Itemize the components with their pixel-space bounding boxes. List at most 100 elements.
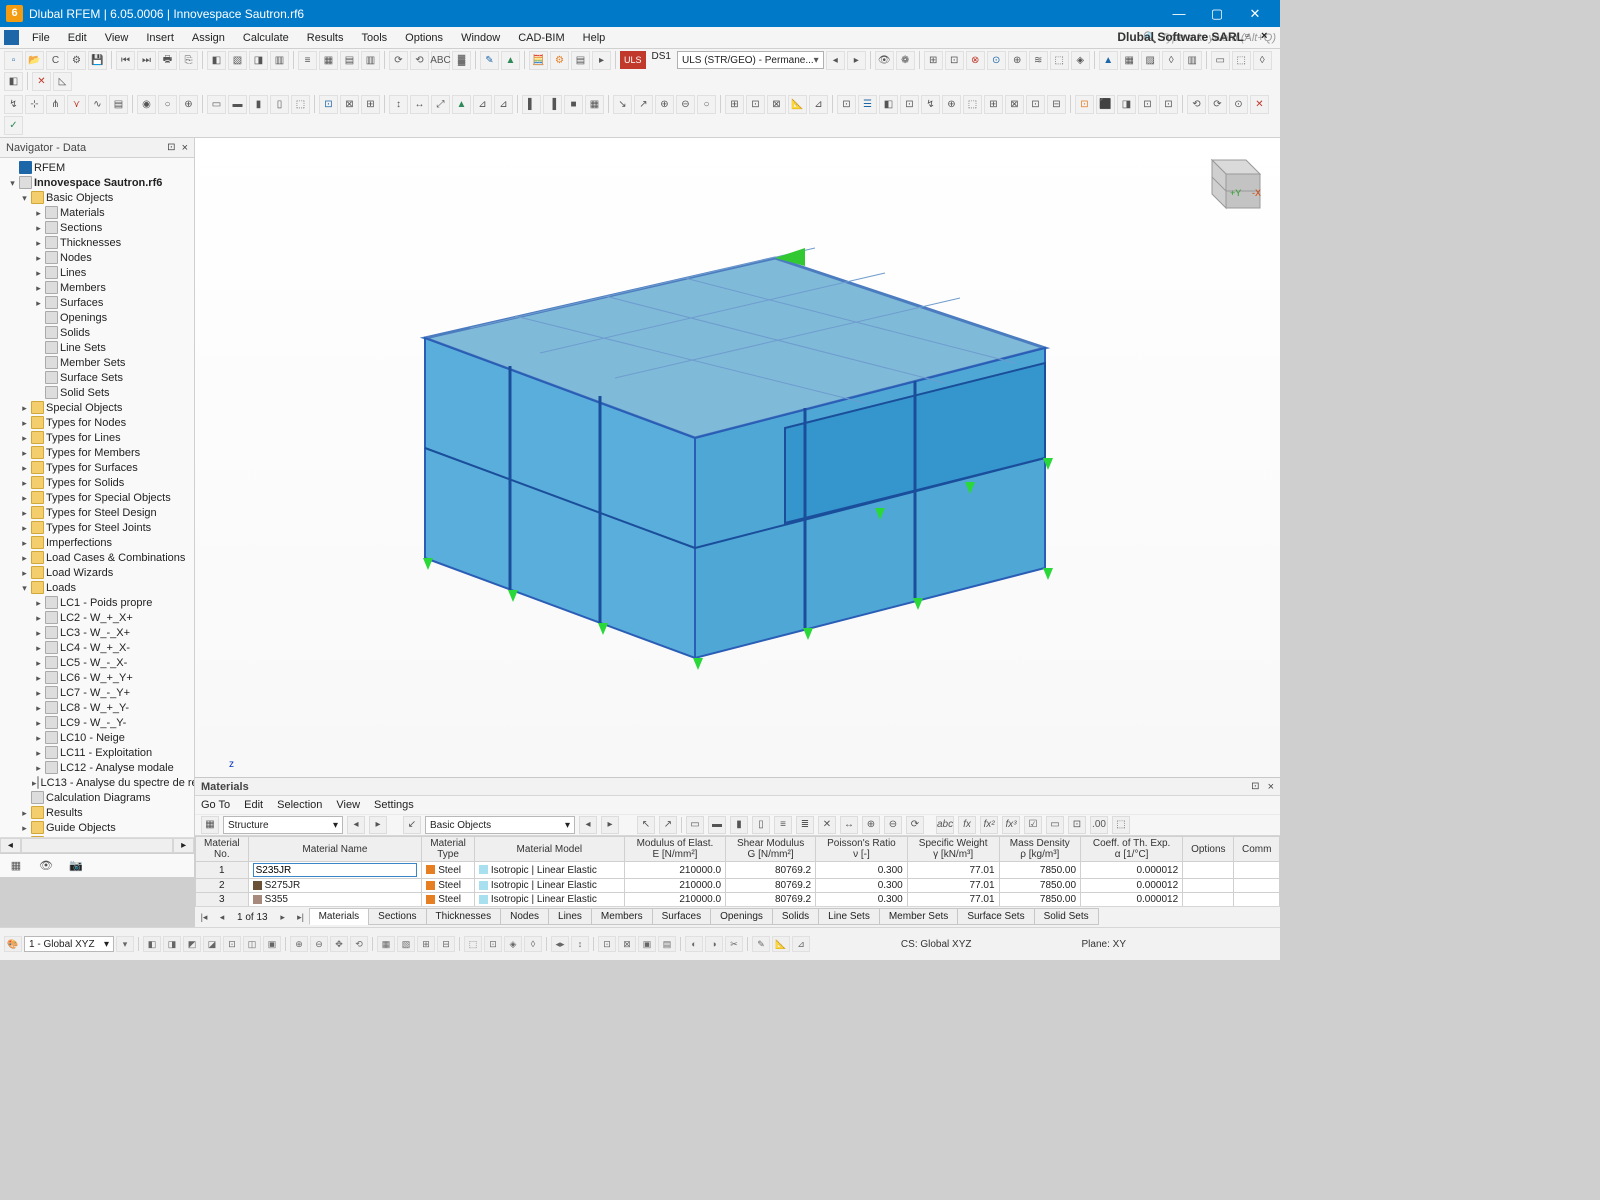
tree-node[interactable]: ▸LC6 - W_+_Y+ — [0, 670, 194, 685]
tree-node[interactable]: ▸LC2 - W_+_X+ — [0, 610, 194, 625]
first-page-button[interactable]: |◂ — [195, 912, 213, 923]
tree-node[interactable]: ▾Innovespace Sautron.rf6 — [0, 175, 194, 190]
tree-node[interactable]: Surface Sets — [0, 370, 194, 385]
tree-node[interactable]: ▸LC9 - W_-_Y- — [0, 715, 194, 730]
menu-assign[interactable]: Assign — [183, 28, 234, 48]
tree-node[interactable]: ▸LC1 - Poids propre — [0, 595, 194, 610]
tree-node[interactable]: ▸LC5 - W_-_X- — [0, 655, 194, 670]
tree-node[interactable]: Solids — [0, 325, 194, 340]
menu-help[interactable]: Help — [574, 28, 615, 48]
tree-node[interactable]: ▸Types for Nodes — [0, 415, 194, 430]
tree-node[interactable]: ▸Load Wizards — [0, 565, 194, 580]
table-pin-icon[interactable]: ⊡ — [1251, 781, 1259, 792]
structure-combo[interactable]: Structure — [223, 816, 343, 834]
tree-node[interactable]: Line Sets — [0, 340, 194, 355]
materials-grid[interactable]: MaterialNo.Material NameMaterialTypeMate… — [195, 836, 1280, 906]
pin-icon[interactable]: ⊡ — [167, 138, 175, 158]
navigator-tree[interactable]: RFEM▾Innovespace Sautron.rf6▾Basic Objec… — [0, 158, 194, 837]
uls-badge[interactable]: ULS — [620, 51, 646, 69]
scroll-right-button[interactable]: ▸ — [173, 838, 194, 853]
table-menu-view[interactable]: View — [336, 799, 360, 811]
tree-node[interactable]: ▸Types for Lines — [0, 430, 194, 445]
tree-node[interactable]: ▸Thicknesses — [0, 235, 194, 250]
tab-surfaces[interactable]: Surfaces — [652, 908, 711, 925]
menu-results[interactable]: Results — [298, 28, 353, 48]
tree-node[interactable]: ▸Special Objects — [0, 400, 194, 415]
loadcase-combo[interactable]: ULS (STR/GEO) - Permane... — [677, 51, 824, 69]
tree-node[interactable]: Solid Sets — [0, 385, 194, 400]
tree-node[interactable]: ▸Results — [0, 805, 194, 820]
tab-materials[interactable]: Materials — [309, 908, 370, 925]
tree-node[interactable]: ▾Loads — [0, 580, 194, 595]
nav-cam-icon[interactable]: 📷 — [66, 857, 86, 875]
category-combo[interactable]: Basic Objects — [425, 816, 575, 834]
tab-solid-sets[interactable]: Solid Sets — [1034, 908, 1099, 925]
tree-node[interactable]: ▸Sections — [0, 220, 194, 235]
tree-node[interactable]: ▸Members — [0, 280, 194, 295]
menu-view[interactable]: View — [96, 28, 138, 48]
table-menu-edit[interactable]: Edit — [244, 799, 263, 811]
menu-edit[interactable]: Edit — [59, 28, 96, 48]
cs-combo[interactable]: 1 - Global XYZ — [24, 936, 114, 952]
tab-member-sets[interactable]: Member Sets — [879, 908, 958, 925]
tree-node[interactable]: Calculation Diagrams — [0, 790, 194, 805]
menu-options[interactable]: Options — [396, 28, 452, 48]
tab-members[interactable]: Members — [591, 908, 653, 925]
last-page-button[interactable]: ▸| — [292, 912, 310, 923]
tab-nodes[interactable]: Nodes — [500, 908, 549, 925]
menu-insert[interactable]: Insert — [137, 28, 183, 48]
nav-data-icon[interactable]: ▦ — [6, 857, 26, 875]
tree-node[interactable]: RFEM — [0, 160, 194, 175]
menu-file[interactable]: File — [23, 28, 59, 48]
tree-node[interactable]: ▸Lines — [0, 265, 194, 280]
tree-node[interactable]: ▾Basic Objects — [0, 190, 194, 205]
tree-node[interactable]: Member Sets — [0, 355, 194, 370]
menu-cad-bim[interactable]: CAD-BIM — [509, 28, 573, 48]
menu-tools[interactable]: Tools — [352, 28, 396, 48]
tab-lines[interactable]: Lines — [548, 908, 592, 925]
tree-node[interactable]: ▸LC13 - Analyse du spectre de rép — [0, 775, 194, 790]
tab-surface-sets[interactable]: Surface Sets — [957, 908, 1034, 925]
tree-node[interactable]: ▸Types for Special Objects — [0, 490, 194, 505]
tab-sections[interactable]: Sections — [368, 908, 426, 925]
tab-line-sets[interactable]: Line Sets — [818, 908, 880, 925]
nav-view-icon[interactable]: 👁 — [36, 857, 56, 875]
menu-window[interactable]: Window — [452, 28, 509, 48]
table-menu-selection[interactable]: Selection — [277, 799, 322, 811]
scroll-left-button[interactable]: ◂ — [0, 838, 21, 853]
prev-page-button[interactable]: ◂ — [213, 912, 231, 923]
tree-node[interactable]: ▸Types for Steel Design — [0, 505, 194, 520]
tree-node[interactable]: ▸LC11 - Exploitation — [0, 745, 194, 760]
tree-node[interactable]: ▸Types for Members — [0, 445, 194, 460]
close-button[interactable]: ✕ — [1236, 3, 1274, 25]
tree-node[interactable]: ▸Surfaces — [0, 295, 194, 310]
tree-node[interactable]: ▸LC8 - W_+_Y- — [0, 700, 194, 715]
tab-solids[interactable]: Solids — [772, 908, 819, 925]
tree-node[interactable]: ▸Materials — [0, 205, 194, 220]
maximize-button[interactable]: ▢ — [1198, 3, 1236, 25]
close-icon[interactable]: × — [182, 138, 188, 158]
tree-node[interactable]: ▸LC7 - W_-_Y+ — [0, 685, 194, 700]
tree-node[interactable]: ▸LC3 - W_-_X+ — [0, 625, 194, 640]
tree-node[interactable]: ▸Load Cases & Combinations — [0, 550, 194, 565]
tree-node[interactable]: ▸Guide Objects — [0, 820, 194, 835]
minimize-button[interactable]: — — [1160, 3, 1198, 25]
3d-viewport[interactable]: +Y -X — [195, 138, 1280, 877]
tree-node[interactable]: ▸LC10 - Neige — [0, 730, 194, 745]
mdi-restore-button[interactable]: ▫ — [1245, 30, 1259, 42]
next-page-button[interactable]: ▸ — [274, 912, 292, 923]
tab-openings[interactable]: Openings — [710, 908, 773, 925]
tree-node[interactable]: ▸LC4 - W_+_X- — [0, 640, 194, 655]
view-cube[interactable]: +Y -X — [1192, 150, 1266, 221]
tree-node[interactable]: ▸Types for Surfaces — [0, 460, 194, 475]
menu-calculate[interactable]: Calculate — [234, 28, 298, 48]
tree-node[interactable]: ▸Types for Solids — [0, 475, 194, 490]
tree-node[interactable]: ▸Nodes — [0, 250, 194, 265]
tree-node[interactable]: ▸Imperfections — [0, 535, 194, 550]
table-close-icon[interactable]: × — [1268, 781, 1274, 793]
mdi-close-button[interactable]: × — [1261, 30, 1275, 42]
table-menu-settings[interactable]: Settings — [374, 799, 414, 811]
tree-node[interactable]: ▸Types for Steel Joints — [0, 520, 194, 535]
tab-thicknesses[interactable]: Thicknesses — [426, 908, 502, 925]
table-menu-go-to[interactable]: Go To — [201, 799, 230, 811]
